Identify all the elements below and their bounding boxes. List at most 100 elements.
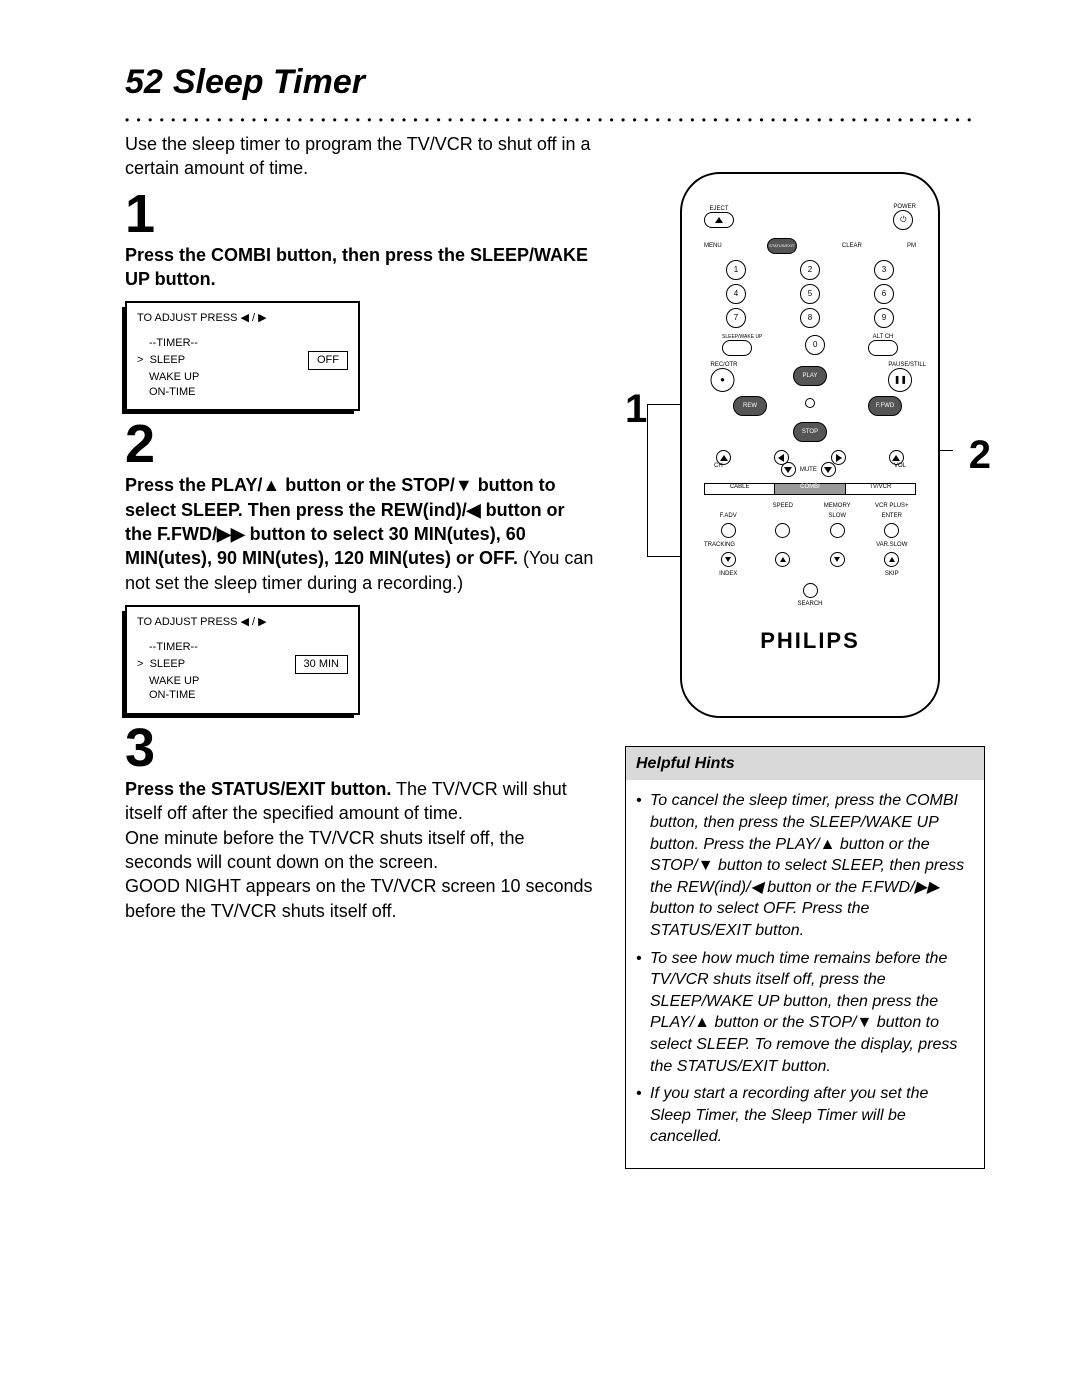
tvvcr-segment[interactable]: TV/VCR — [846, 483, 916, 495]
hint-1: To cancel the sleep timer, press the COM… — [636, 790, 972, 941]
tracking-label: TRACKING — [704, 542, 807, 548]
right-icon — [836, 454, 842, 462]
skip-label: SKIP — [868, 571, 917, 577]
key-7[interactable]: 7 — [726, 308, 746, 328]
search-button[interactable] — [803, 583, 818, 598]
varslow-up-button[interactable] — [884, 552, 899, 567]
osd-wakeup-2: WAKE UP — [137, 674, 348, 689]
power-label: POWER — [893, 204, 916, 210]
key-1[interactable]: 1 — [726, 260, 746, 280]
tracking-down-button[interactable] — [721, 552, 736, 567]
pm-label: PM — [907, 243, 916, 249]
osd-ontime: ON-TIME — [137, 385, 348, 400]
key-8[interactable]: 8 — [800, 308, 820, 328]
osd-header-2: TO ADJUST PRESS ◀ / ▶ — [137, 615, 348, 630]
slow-button[interactable] — [830, 523, 845, 538]
play-button[interactable]: PLAY — [793, 366, 827, 386]
divider-dots: • • • • • • • • • • • • • • • • • • • • … — [125, 112, 975, 128]
pause-still-label: PAUSE/STILL — [888, 362, 926, 368]
eject-button[interactable] — [704, 212, 734, 228]
osd-sleep: SLEEP — [150, 354, 185, 366]
osd-ontime-2: ON-TIME — [137, 688, 348, 703]
transport-cluster: REC/OTR● PLAY PAUSE/STILL❚❚ REW F.FWD ST… — [704, 362, 916, 477]
callout-2: 2 — [969, 428, 991, 482]
vol-down-button[interactable] — [821, 462, 836, 477]
power-button[interactable]: ⏻ — [893, 210, 913, 230]
ffwd-button[interactable]: F.FWD — [868, 396, 902, 416]
varslow-down-button[interactable] — [830, 552, 845, 567]
key-6[interactable]: 6 — [874, 284, 894, 304]
down-icon-2 — [824, 467, 832, 473]
hint-3: If you start a recording after you set t… — [636, 1083, 972, 1148]
ch-label: CH — [714, 462, 723, 477]
callout-1: 1 — [625, 382, 647, 436]
rec-otr-button[interactable]: ● — [711, 368, 735, 392]
speed-label: SPEED — [759, 503, 808, 509]
up-icon — [720, 455, 728, 461]
hint-2: To see how much time remains before the … — [636, 948, 972, 1078]
step-1-number: 1 — [125, 187, 595, 241]
osd-timer-label-2: --TIMER-- — [137, 640, 348, 655]
clear-label: CLEAR — [842, 243, 862, 249]
fadv-label: F.ADV — [704, 513, 753, 519]
key-2[interactable]: 2 — [800, 260, 820, 280]
sleep-wake-button[interactable] — [722, 340, 752, 356]
remote-control: EJECT POWER⏻ MENU STATUS/EXIT CLEAR PM 1… — [680, 172, 940, 718]
rec-otr-label: REC/OTR — [711, 362, 738, 368]
osd-value-30min: 30 MIN — [295, 655, 348, 674]
key-4[interactable]: 4 — [726, 284, 746, 304]
instructions-column: Use the sleep timer to program the TV/VC… — [125, 132, 595, 1169]
stop-button[interactable]: STOP — [793, 422, 827, 442]
mute-label: MUTE — [800, 466, 817, 474]
key-5[interactable]: 5 — [800, 284, 820, 304]
key-0[interactable]: 0 — [805, 335, 825, 355]
fadv-button[interactable] — [721, 523, 736, 538]
up-icon-4 — [889, 557, 895, 562]
ch-down-button[interactable] — [781, 462, 796, 477]
mode-bar: CABLE COMBI TV/VCR — [704, 483, 916, 495]
remote-wrap: 3 1 2 EJECT POWER⏻ MENU STATUS/EXIT CLEA… — [635, 172, 985, 718]
page-number: 52 — [125, 60, 163, 106]
vol-label: VOL — [894, 462, 906, 477]
tracking-up-button[interactable] — [775, 552, 790, 567]
slow-label: SLOW — [813, 513, 862, 519]
osd-header: TO ADJUST PRESS ◀ / ▶ — [137, 311, 348, 326]
osd-timer-label: --TIMER-- — [137, 336, 348, 351]
up-icon-2 — [892, 455, 900, 461]
osd-caret-2: > — [137, 658, 143, 670]
memory-label: MEMORY — [813, 503, 862, 509]
search-label: SEARCH — [797, 601, 822, 607]
key-9[interactable]: 9 — [874, 308, 894, 328]
altch-button[interactable] — [868, 340, 898, 356]
step-3-number: 3 — [125, 721, 595, 775]
rew-button[interactable]: REW — [733, 396, 767, 416]
brand-logo: PHILIPS — [704, 626, 916, 656]
osd-caret: > — [137, 354, 143, 366]
step-3-text: Press the STATUS/EXIT button. The TV/VCR… — [125, 777, 595, 826]
status-exit-button[interactable]: STATUS/EXIT — [767, 238, 797, 254]
combi-segment[interactable]: COMBI — [774, 483, 845, 495]
down-icon — [784, 467, 792, 473]
right-column: 3 1 2 EJECT POWER⏻ MENU STATUS/EXIT CLEA… — [625, 132, 985, 1169]
varslow-label: VAR.SLOW — [868, 542, 917, 548]
enter-button[interactable] — [884, 523, 899, 538]
pause-still-button[interactable]: ❚❚ — [888, 368, 912, 392]
down-icon-4 — [834, 557, 840, 562]
key-3[interactable]: 3 — [874, 260, 894, 280]
step-3-extra-1: One minute before the TV/VCR shuts itsel… — [125, 826, 595, 875]
speed-button[interactable] — [775, 523, 790, 538]
step-3-extra-2: GOOD NIGHT appears on the TV/VCR screen … — [125, 874, 595, 923]
step-2-text: Press the PLAY/▲ button or the STOP/▼ bu… — [125, 473, 595, 594]
up-icon-3 — [780, 557, 786, 562]
osd-sleep-2: SLEEP — [150, 658, 185, 670]
osd-screen-2: TO ADJUST PRESS ◀ / ▶ --TIMER-- > SLEEP … — [125, 605, 360, 715]
helpful-hints-box: Helpful Hints To cancel the sleep timer,… — [625, 746, 985, 1169]
down-icon-3 — [725, 557, 731, 562]
intro-text: Use the sleep timer to program the TV/VC… — [125, 132, 595, 181]
page-title: Sleep Timer — [173, 60, 365, 106]
vcrplus-label: VCR PLUS+ — [868, 503, 917, 509]
left-icon — [778, 454, 784, 462]
eject-icon — [715, 217, 723, 223]
cable-segment[interactable]: CABLE — [704, 483, 774, 495]
function-grid: SPEEDMEMORYVCR PLUS+ F.ADVSLOWENTER TRAC… — [704, 503, 916, 577]
